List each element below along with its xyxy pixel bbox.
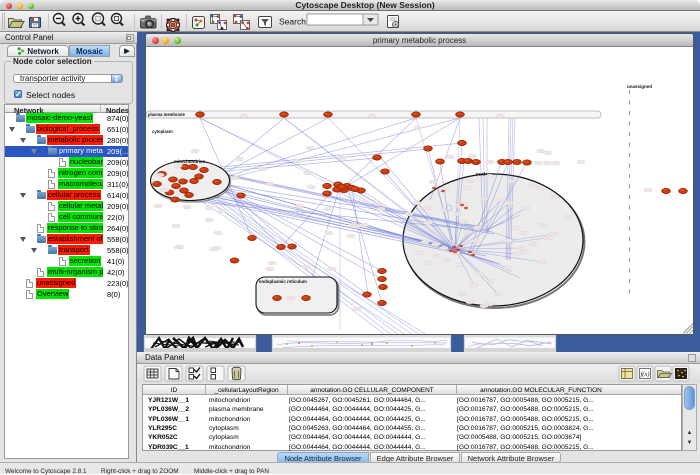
svg-text:mitochondrion: mitochondrion: [174, 159, 206, 164]
svg-text:plasma membrane: plasma membrane: [148, 112, 185, 117]
svg-text:f(x): f(x): [641, 371, 650, 378]
svg-text:cytoplasm: cytoplasm: [152, 129, 173, 134]
svg-text:Search:: Search:: [279, 17, 308, 27]
svg-text:endoplasmic reticulum: endoplasmic reticulum: [259, 279, 307, 284]
svg-text:unassigned: unassigned: [627, 84, 652, 89]
